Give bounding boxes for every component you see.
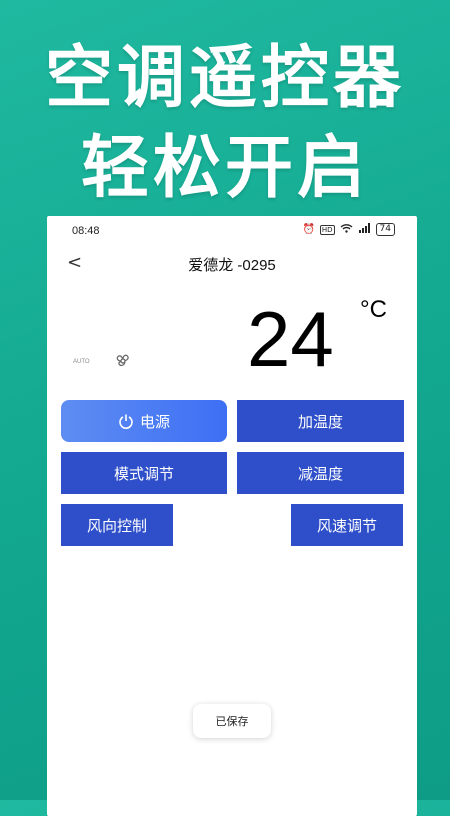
fan-icon <box>114 352 132 370</box>
temperature-unit: °C <box>360 296 387 323</box>
fan-speed-button[interactable]: 风速调节 <box>291 504 403 546</box>
power-button-label: 电源 <box>139 412 170 431</box>
status-bar: 08:48 ⏰ HD 74 <box>47 216 417 246</box>
status-time: 08:48 <box>72 225 100 237</box>
power-icon <box>118 413 134 429</box>
alarm-icon: ⏰ <box>302 224 315 235</box>
temperature-up-button[interactable]: 加温度 <box>237 400 404 442</box>
page-title: 爱德龙 -0295 <box>188 257 276 274</box>
battery-indicator: 74 <box>375 223 395 236</box>
mode-button[interactable]: 模式调节 <box>61 452 227 494</box>
promo-headline-line2: 轻松开启 <box>80 129 369 208</box>
temperature-down-button[interactable]: 减温度 <box>237 452 404 494</box>
saved-toast: 已保存 <box>193 704 271 738</box>
signal-icon <box>358 223 371 236</box>
hd-icon: HD <box>319 224 335 235</box>
status-icons: ⏰ HD 74 <box>302 223 395 236</box>
mode-label: AUTO <box>73 359 90 365</box>
promo-headline-line1: 空调遥控器 <box>44 39 405 118</box>
power-button[interactable]: 电源 <box>61 400 227 442</box>
temperature-value: 24 <box>247 295 334 383</box>
wifi-icon <box>340 223 353 236</box>
wind-direction-button[interactable]: 风向控制 <box>61 504 173 546</box>
nav-bar: < 爱德龙 -0295 <box>47 252 417 276</box>
phone-screen: 08:48 ⏰ HD 74 < 爱德龙 -0295 24 °C AUTO 电源 … <box>47 216 417 816</box>
